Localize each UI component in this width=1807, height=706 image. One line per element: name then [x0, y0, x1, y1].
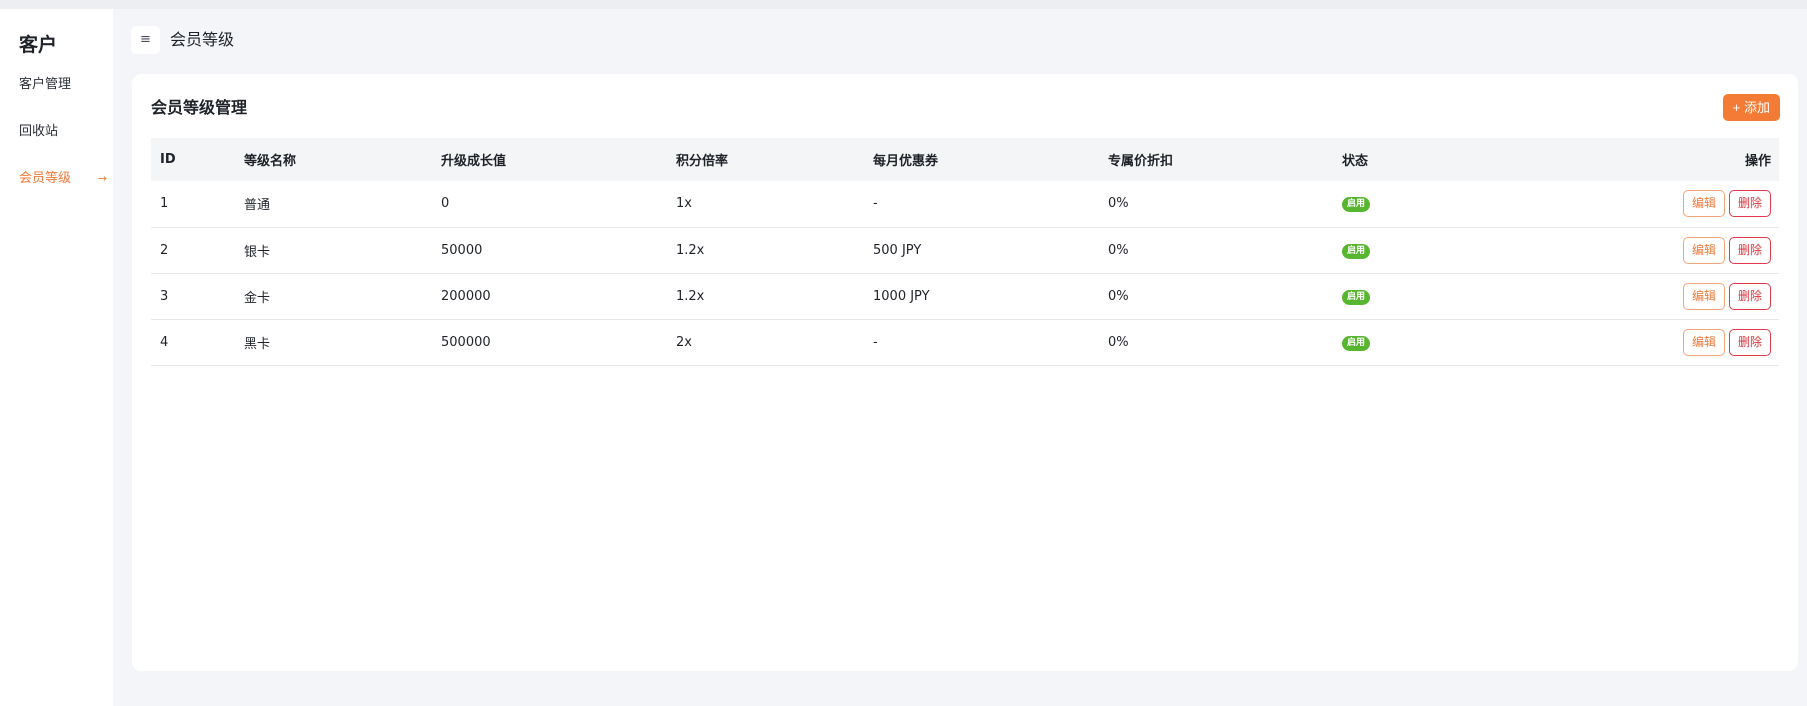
status-badge: 启用	[1342, 197, 1371, 213]
cell-monthly-coupon: -	[864, 319, 1099, 366]
cell-points-multiplier: 1.2x	[667, 273, 864, 320]
sidebar-item-label: 客户管理	[19, 77, 72, 92]
sidebar-item-label: 回收站	[19, 124, 59, 139]
hamburger-icon: ≡	[140, 32, 151, 47]
cell-points-multiplier: 1x	[667, 181, 864, 228]
page-title: 会员等级	[170, 30, 235, 49]
delete-button[interactable]: 删除	[1729, 328, 1771, 356]
sidebar-item-label: 会员等级	[19, 171, 72, 186]
table-row: 1 普通 0 1x - 0% 启用 编辑 删除	[151, 181, 1779, 228]
cell-level-name: 普通	[235, 181, 432, 228]
delete-button[interactable]: 删除	[1729, 236, 1771, 264]
cell-status: 启用	[1333, 273, 1493, 320]
sidebar-title: 客户	[19, 34, 58, 56]
table-row: 2 银卡 50000 1.2x 500 JPY 0% 启用 编辑 删除	[151, 227, 1779, 274]
cell-growth-value: 50000	[432, 227, 667, 274]
status-badge: 启用	[1342, 335, 1371, 351]
column-header-monthly-coupon: 每月优惠券	[873, 154, 939, 169]
cell-status: 启用	[1333, 319, 1493, 366]
cell-growth-value: 500000	[432, 319, 667, 366]
member-level-card: 会员等级管理 + 添加 ID 等级名称 升级成长值 积分倍率 每月优惠券 专属价…	[132, 74, 1798, 671]
cell-exclusive-discount: 0%	[1099, 227, 1333, 274]
status-badge: 启用	[1342, 289, 1371, 305]
cell-growth-value: 0	[432, 181, 667, 228]
table-row: 4 黑卡 500000 2x - 0% 启用 编辑 删除	[151, 319, 1779, 366]
delete-button[interactable]: 删除	[1729, 282, 1771, 310]
edit-button[interactable]: 编辑	[1683, 236, 1725, 264]
column-header-level-name: 等级名称	[244, 154, 297, 169]
cell-actions: 编辑 删除	[1493, 181, 1779, 228]
status-badge: 启用	[1342, 243, 1371, 259]
cell-exclusive-discount: 0%	[1099, 319, 1333, 366]
column-header-id: ID	[160, 152, 176, 167]
cell-level-name: 银卡	[235, 227, 432, 274]
arrow-right-icon: →	[97, 172, 107, 185]
edit-button[interactable]: 编辑	[1683, 282, 1725, 310]
cell-monthly-coupon: 500 JPY	[864, 227, 1099, 274]
column-header-exclusive-discount: 专属价折扣	[1108, 154, 1174, 169]
table-header-row: ID 等级名称 升级成长值 积分倍率 每月优惠券 专属价折扣 状态 操作	[151, 138, 1779, 181]
cell-actions: 编辑 删除	[1493, 227, 1779, 274]
edit-button[interactable]: 编辑	[1683, 190, 1725, 218]
sidebar: 客户 客户管理 回收站 会员等级 →	[0, 9, 113, 706]
cell-exclusive-discount: 0%	[1099, 273, 1333, 320]
cell-monthly-coupon: -	[864, 181, 1099, 228]
cell-actions: 编辑 删除	[1493, 319, 1779, 366]
cell-growth-value: 200000	[432, 273, 667, 320]
sidebar-item-member-level[interactable]: 会员等级 →	[19, 167, 109, 191]
sidebar-item-recycle-bin[interactable]: 回收站	[19, 120, 109, 144]
column-header-points-multiplier: 积分倍率	[676, 154, 729, 169]
add-button[interactable]: + 添加	[1722, 94, 1780, 121]
delete-button[interactable]: 删除	[1729, 190, 1771, 218]
table-row: 3 金卡 200000 1.2x 1000 JPY 0% 启用 编辑 删除	[151, 273, 1779, 320]
top-strip	[0, 0, 1807, 9]
cell-id: 2	[151, 227, 235, 274]
column-header-actions: 操作	[1744, 154, 1771, 169]
cell-level-name: 金卡	[235, 273, 432, 320]
cell-actions: 编辑 删除	[1493, 273, 1779, 320]
cell-level-name: 黑卡	[235, 319, 432, 366]
cell-status: 启用	[1333, 227, 1493, 274]
column-header-growth-value: 升级成长值	[441, 154, 507, 169]
cell-points-multiplier: 2x	[667, 319, 864, 366]
menu-toggle-button[interactable]: ≡	[131, 26, 160, 54]
cell-status: 启用	[1333, 181, 1493, 228]
edit-button[interactable]: 编辑	[1683, 328, 1725, 356]
cell-points-multiplier: 1.2x	[667, 227, 864, 274]
sidebar-item-customer-management[interactable]: 客户管理	[19, 73, 109, 97]
cell-id: 3	[151, 273, 235, 320]
column-header-status: 状态	[1342, 154, 1369, 169]
main-content: ≡ 会员等级 会员等级管理 + 添加 ID 等级名称 升级成长值 积分倍率 每月…	[113, 9, 1807, 706]
cell-id: 4	[151, 319, 235, 366]
member-level-table: ID 等级名称 升级成长值 积分倍率 每月优惠券 专属价折扣 状态 操作 1 普…	[151, 138, 1779, 366]
cell-id: 1	[151, 181, 235, 228]
card-title: 会员等级管理	[151, 98, 248, 117]
cell-monthly-coupon: 1000 JPY	[864, 273, 1099, 320]
cell-exclusive-discount: 0%	[1099, 181, 1333, 228]
